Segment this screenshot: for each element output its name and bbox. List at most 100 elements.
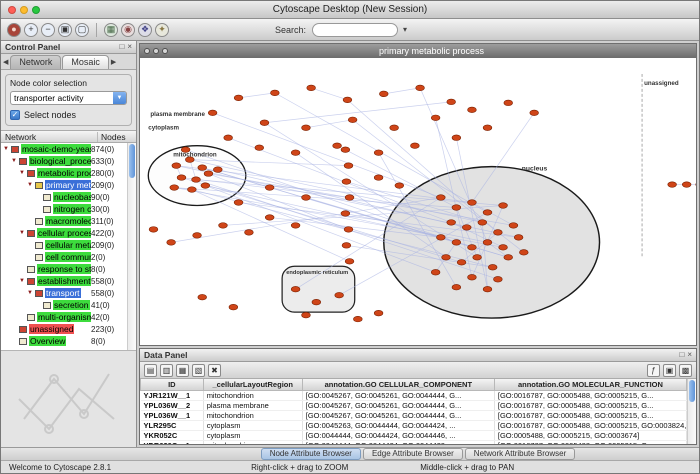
network-node[interactable] xyxy=(291,150,300,156)
network-node[interactable] xyxy=(416,85,425,91)
attribute-columns-icon[interactable]: ▧ xyxy=(192,364,205,377)
internal-close-icon[interactable] xyxy=(144,48,150,54)
expander-icon[interactable]: ▼ xyxy=(27,290,35,296)
export-attributes-icon[interactable]: ▩ xyxy=(679,364,692,377)
tree-item[interactable]: ▼primary metabol...209(0) xyxy=(1,179,127,191)
network-node[interactable] xyxy=(682,182,691,188)
network-node[interactable] xyxy=(436,195,445,201)
network-node[interactable] xyxy=(457,259,466,265)
network-node[interactable] xyxy=(442,255,451,261)
network-node[interactable] xyxy=(291,223,300,229)
expander-icon[interactable]: ▼ xyxy=(27,182,35,188)
network-node[interactable] xyxy=(343,97,352,103)
network-node[interactable] xyxy=(213,167,222,173)
tree-item[interactable]: ▼metabolic process280(0) xyxy=(1,167,127,179)
network-node[interactable] xyxy=(170,185,179,191)
tab-scroll-right-icon[interactable]: ▶ xyxy=(110,58,117,69)
network-edge[interactable] xyxy=(384,88,420,94)
tab-network-attribute-browser[interactable]: Network Attribute Browser xyxy=(465,448,575,460)
close-panel-icon[interactable]: × xyxy=(127,43,132,51)
network-node[interactable] xyxy=(345,259,354,265)
network-node[interactable] xyxy=(204,171,213,177)
network-node[interactable] xyxy=(452,284,461,290)
network-node[interactable] xyxy=(229,304,238,310)
network-node[interactable] xyxy=(431,269,440,275)
row-id-cell[interactable]: YDR039C__1 xyxy=(141,440,204,444)
tree-item[interactable]: ▼establishment of lo...558(0) xyxy=(1,275,127,287)
internal-minimize-icon[interactable] xyxy=(153,48,159,54)
network-node[interactable] xyxy=(177,175,186,181)
attribute-select-icon[interactable]: ▤ xyxy=(144,364,157,377)
network-node[interactable] xyxy=(436,235,445,241)
network-node[interactable] xyxy=(302,125,311,131)
network-node[interactable] xyxy=(431,115,440,121)
table-row[interactable]: YPL036W__1mitochondrion[GO:0045267, GO:0… xyxy=(141,410,687,420)
select-nodes-checkbox[interactable]: ✓ Select nodes xyxy=(10,110,127,120)
table-row[interactable]: YPL036W__2plasma membrane[GO:0045267, GO… xyxy=(141,400,687,410)
network-node[interactable] xyxy=(390,125,399,131)
network-edge[interactable] xyxy=(213,113,441,198)
network-node[interactable] xyxy=(374,150,383,156)
tree-item[interactable]: ▼response to stimul...8(0) xyxy=(1,263,127,275)
row-cell[interactable]: plasma membrane xyxy=(203,400,302,410)
row-id-cell[interactable]: YLR295C xyxy=(141,420,204,430)
zoom-window-button[interactable] xyxy=(32,6,40,14)
network-node[interactable] xyxy=(462,225,471,231)
close-panel-icon[interactable]: × xyxy=(687,351,692,359)
network-node[interactable] xyxy=(452,135,461,141)
tree-item[interactable]: ▼cellular metabo...209(0) xyxy=(1,239,127,251)
network-graph[interactable]: plasma membranecytoplasmmitochondrionnuc… xyxy=(140,58,696,345)
row-id-cell[interactable]: YKR052C xyxy=(141,430,204,440)
tree-item[interactable]: ▼Overview8(0) xyxy=(1,335,127,347)
network-node[interactable] xyxy=(255,145,264,151)
network-node[interactable] xyxy=(504,100,513,106)
float-panel-icon[interactable]: □ xyxy=(119,43,124,51)
layout-icon[interactable]: ✦ xyxy=(155,23,169,37)
network-node[interactable] xyxy=(302,312,311,318)
network-node[interactable] xyxy=(488,264,497,270)
row-cell[interactable]: [GO:0016787, GO:0005488, GO:0005215, G..… xyxy=(494,410,686,420)
search-options-button[interactable]: ▾ xyxy=(403,25,407,34)
row-cell[interactable]: [GO:0016787, GO:0005488, GO:0005215, G..… xyxy=(494,440,686,444)
tree-column-network[interactable]: Network xyxy=(1,132,98,142)
network-canvas[interactable]: plasma membranecytoplasmmitochondrionnuc… xyxy=(140,58,696,345)
table-row[interactable]: YDR039C__1mitochondrion[GO:0044444, GO:0… xyxy=(141,440,687,444)
expander-icon[interactable]: ▼ xyxy=(19,230,27,236)
tree-item[interactable]: ▼secretion41(0) xyxy=(1,299,127,311)
network-node[interactable] xyxy=(468,274,477,280)
expander-icon[interactable]: ▼ xyxy=(11,158,19,164)
network-node[interactable] xyxy=(234,95,243,101)
tree-scrollbar-thumb[interactable] xyxy=(129,144,135,178)
network-node[interactable] xyxy=(341,211,350,217)
tab-node-attribute-browser[interactable]: Node Attribute Browser xyxy=(261,448,361,460)
network-node[interactable] xyxy=(468,107,477,113)
tree-column-nodes[interactable]: Nodes xyxy=(98,132,136,142)
network-node[interactable] xyxy=(379,91,388,97)
column-header[interactable]: annotation.GO CELLULAR_COMPONENT xyxy=(302,379,494,390)
network-node[interactable] xyxy=(201,183,210,189)
network-node[interactable] xyxy=(494,230,503,236)
network-node[interactable] xyxy=(468,200,477,206)
tree-scrollbar[interactable] xyxy=(127,143,136,350)
network-node[interactable] xyxy=(193,233,202,239)
tree-item[interactable]: ▼cellular process422(0) xyxy=(1,227,127,239)
tree-item[interactable]: ▼transport558(0) xyxy=(1,287,127,299)
network-overview-icon[interactable]: ◉ xyxy=(121,23,135,37)
vizmapper-icon[interactable]: ❖ xyxy=(138,23,152,37)
network-node[interactable] xyxy=(198,165,207,171)
network-node[interactable] xyxy=(509,223,518,229)
network-edge[interactable] xyxy=(306,120,353,128)
column-header[interactable]: ID xyxy=(141,379,204,390)
delete-attribute-icon[interactable]: ✖ xyxy=(208,364,221,377)
network-node[interactable] xyxy=(172,163,181,169)
tree-item[interactable]: ▼cell communicat...2(0) xyxy=(1,251,127,263)
network-node[interactable] xyxy=(494,276,503,282)
network-node[interactable] xyxy=(198,294,207,300)
network-node[interactable] xyxy=(344,163,353,169)
tab-edge-attribute-browser[interactable]: Edge Attribute Browser xyxy=(363,448,463,460)
network-node[interactable] xyxy=(260,120,269,126)
network-node[interactable] xyxy=(478,220,487,226)
close-window-button[interactable] xyxy=(8,6,16,14)
table-row[interactable]: YJR121W__1mitochondrion[GO:0045267, GO:0… xyxy=(141,390,687,400)
network-node[interactable] xyxy=(265,185,274,191)
